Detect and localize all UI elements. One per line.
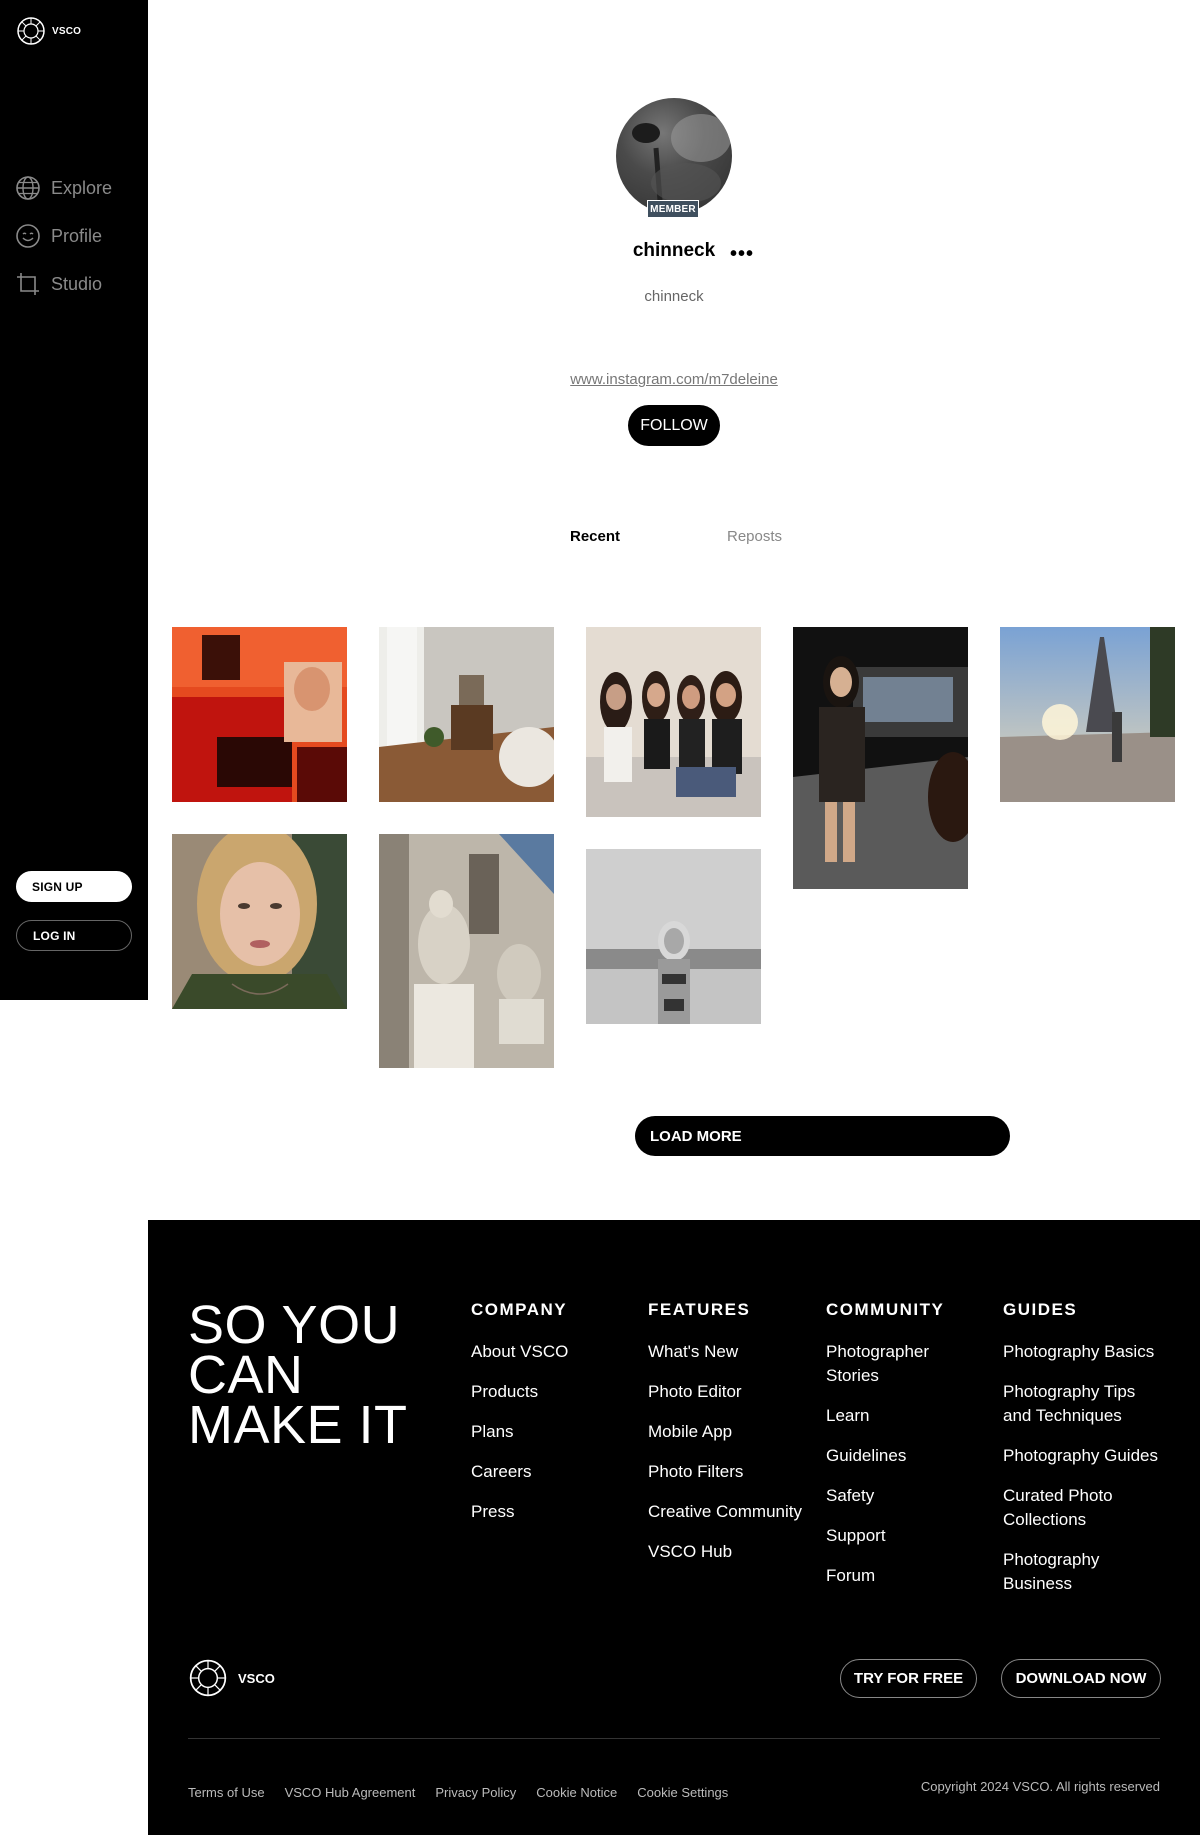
profile-link-row: www.instagram.com/m7deleine [148, 371, 1200, 388]
sign-up-button[interactable]: SIGN UP [16, 871, 132, 902]
footer-link[interactable]: Photography Tips and Techniques [1003, 1380, 1153, 1428]
sidebar-item-studio[interactable]: Studio [15, 260, 112, 308]
sidebar-item-profile[interactable]: Profile [15, 212, 112, 260]
footer-link[interactable]: Photography Guides [1003, 1444, 1173, 1468]
footer-column-heading: GUIDES [1003, 1300, 1078, 1319]
footer-link[interactable]: Photography Business [1003, 1548, 1133, 1596]
profile-display-name: chinneck [644, 288, 704, 305]
legal-link-hub-agreement[interactable]: VSCO Hub Agreement [285, 1785, 416, 1800]
legal-link-cookie-notice[interactable]: Cookie Notice [536, 1785, 617, 1800]
profile-website-link[interactable]: www.instagram.com/m7deleine [570, 371, 778, 388]
footer-link[interactable]: What's New [648, 1340, 818, 1364]
sidebar-item-label: Studio [51, 273, 103, 294]
vsco-logo[interactable]: VSCO [16, 16, 81, 46]
footer-column-features: FEATURES What's New Photo Editor Mobile … [648, 1300, 818, 1580]
footer-brand-name: VSCO [238, 1670, 275, 1686]
vsco-logo-icon [189, 1659, 227, 1697]
footer-link[interactable]: Careers [471, 1460, 641, 1484]
try-for-free-button[interactable]: TRY FOR FREE [840, 1659, 977, 1698]
legal-link-terms[interactable]: Terms of Use [188, 1785, 265, 1800]
footer-link[interactable]: Plans [471, 1420, 641, 1444]
brand-name: VSCO [52, 25, 82, 37]
gallery-photo[interactable] [172, 834, 347, 1009]
footer-link[interactable]: About VSCO [471, 1340, 641, 1364]
footer-link[interactable]: Mobile App [648, 1420, 818, 1444]
footer-link[interactable]: Creative Community [648, 1500, 818, 1524]
avatar-image [616, 98, 732, 214]
log-in-button[interactable]: LOG IN [16, 920, 132, 951]
member-badge: MEMBER [647, 200, 699, 218]
gallery-photo[interactable] [172, 627, 347, 802]
sidebar-item-explore[interactable]: Explore [15, 164, 112, 212]
gallery-photo[interactable] [1000, 627, 1175, 802]
vsco-logo-icon [17, 17, 45, 45]
tab-recent[interactable]: Recent [570, 528, 620, 545]
footer-link[interactable]: Curated Photo Collections [1003, 1484, 1133, 1532]
tab-reposts[interactable]: Reposts [727, 528, 782, 545]
gallery-photo[interactable] [379, 627, 554, 802]
globe-icon [16, 176, 40, 200]
footer-link[interactable]: VSCO Hub [648, 1540, 818, 1564]
footer-link[interactable]: Forum [826, 1564, 986, 1588]
footer-divider [188, 1738, 1160, 1739]
footer-column-company: COMPANY About VSCO Products Plans Career… [471, 1300, 641, 1540]
footer-column-community: COMMUNITY Photographer Stories Learn Gui… [826, 1300, 986, 1604]
more-options-button[interactable]: ••• [730, 244, 754, 264]
crop-icon [17, 273, 39, 295]
footer-column-heading: FEATURES [648, 1300, 751, 1319]
page: VSCO Explore Profile Studio SIGN UP LOG … [0, 0, 1200, 1835]
avatar[interactable]: MEMBER [616, 98, 732, 218]
download-now-button[interactable]: DOWNLOAD NOW [1001, 1659, 1161, 1698]
footer-legal-links: Terms of Use VSCO Hub Agreement Privacy … [188, 1785, 728, 1800]
legal-link-cookie-settings[interactable]: Cookie Settings [637, 1785, 728, 1800]
footer-link[interactable]: Photographer Stories [826, 1340, 946, 1388]
sidebar-item-label: Explore [51, 177, 113, 198]
footer-link[interactable]: Safety [826, 1484, 986, 1508]
footer-column-guides: GUIDES Photography Basics Photography Ti… [1003, 1300, 1173, 1612]
copyright: Copyright 2024 VSCO. All rights reserved [920, 1779, 1160, 1794]
load-more-button[interactable]: LOAD MORE [635, 1116, 1010, 1156]
footer-tagline: SO YOU CAN MAKE IT [188, 1295, 408, 1455]
follow-button[interactable]: FOLLOW [628, 405, 720, 446]
footer-column-heading: COMPANY [471, 1300, 568, 1319]
footer-link[interactable]: Support [826, 1524, 986, 1548]
footer-link[interactable]: Photo Filters [648, 1460, 818, 1484]
sidebar: VSCO Explore Profile Studio SIGN UP LOG … [0, 0, 148, 1000]
gallery-photo[interactable] [793, 627, 968, 889]
footer: SO YOU CAN MAKE IT COMPANY About VSCO Pr… [148, 1220, 1200, 1835]
footer-link[interactable]: Guidelines [826, 1444, 986, 1468]
footer-link[interactable]: Photography Basics [1003, 1340, 1173, 1364]
gallery-photo[interactable] [586, 627, 761, 817]
footer-link[interactable]: Press [471, 1500, 641, 1524]
footer-link[interactable]: Products [471, 1380, 641, 1404]
gallery-photo[interactable] [586, 849, 761, 1024]
footer-link[interactable]: Learn [826, 1404, 986, 1428]
profile-username: chinneck [632, 240, 716, 261]
sidebar-nav: Explore Profile Studio [15, 164, 112, 308]
sidebar-item-label: Profile [51, 225, 103, 246]
footer-link[interactable]: Photo Editor [648, 1380, 818, 1404]
legal-link-privacy[interactable]: Privacy Policy [435, 1785, 516, 1800]
footer-vsco-logo[interactable]: VSCO [188, 1658, 275, 1698]
smiley-icon [16, 224, 40, 248]
footer-column-heading: COMMUNITY [826, 1300, 945, 1319]
gallery-photo[interactable] [379, 834, 554, 1068]
